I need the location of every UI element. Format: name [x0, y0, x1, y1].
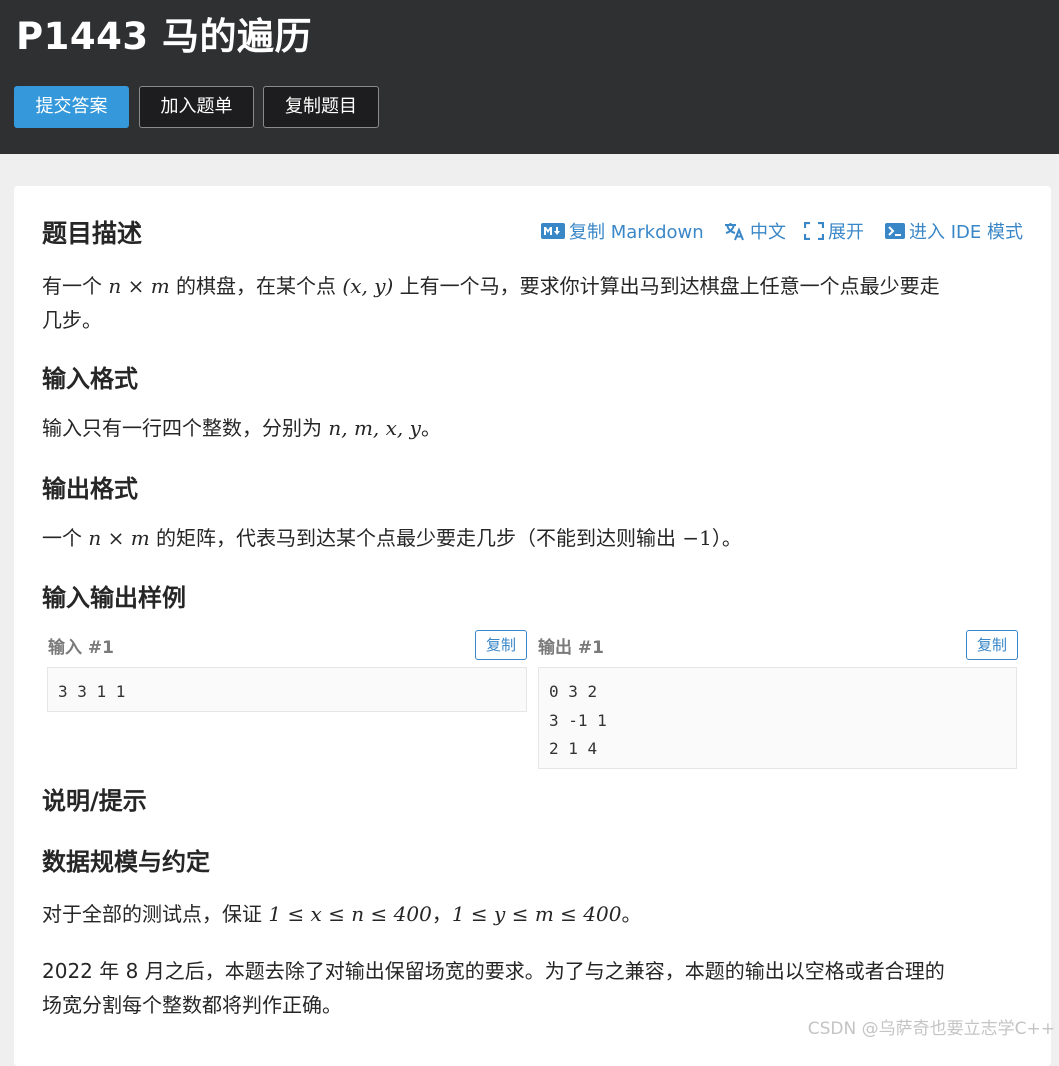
- copy-markdown-button[interactable]: 复制 Markdown: [541, 218, 704, 244]
- markdown-icon: [541, 223, 565, 239]
- ide-mode-button[interactable]: 进入 IDE 模式: [885, 218, 1023, 244]
- sample-output-data: 0 3 2 3 -1 1 2 1 4: [538, 667, 1017, 769]
- copy-markdown-label: 复制 Markdown: [569, 222, 704, 243]
- copy-problem-button[interactable]: 复制题目: [263, 86, 379, 128]
- input-format-text: 输入只有一行四个整数，分别为 n, m, x, y。: [42, 416, 441, 440]
- csdn-watermark: CSDN @乌萨奇也要立志学C++: [807, 1019, 1055, 1039]
- output-format-title: 输出格式: [42, 475, 138, 503]
- scale-text: 对于全部的测试点，保证 1 ≤ x ≤ n ≤ 400，1 ≤ y ≤ m ≤ …: [42, 902, 642, 926]
- description-title: 题目描述: [42, 219, 143, 248]
- problem-title: P1443 马的遍历: [16, 15, 312, 58]
- submit-answer-button[interactable]: 提交答案: [14, 86, 129, 128]
- copy-output-button[interactable]: 复制: [966, 630, 1018, 660]
- expand-button[interactable]: 展开: [804, 218, 864, 244]
- sample-input-data: 3 3 1 1: [47, 667, 527, 712]
- scale-title: 数据规模与约定: [42, 848, 210, 876]
- problem-header: P1443 马的遍历 提交答案 加入题单 复制题目: [0, 0, 1059, 154]
- description-text: 有一个 n × m 的棋盘，在某个点 (x, y) 上有一个马，要求你计算出马到…: [42, 274, 940, 332]
- language-button[interactable]: 中文: [724, 218, 786, 244]
- expand-icon: [804, 222, 824, 240]
- translate-icon: [725, 223, 744, 241]
- input-format-title: 输入格式: [42, 365, 138, 393]
- problem-card: 题目描述 复制 Markdown 中文 展开 进入 IDE 模式 有一个 n ×…: [14, 186, 1051, 1066]
- expand-label: 展开: [828, 222, 864, 243]
- sample-input-label: 输入 #1: [48, 638, 114, 658]
- compat-note-text: 2022 年 8 月之后，本题去除了对输出保留场宽的要求。为了与之兼容，本题的输…: [42, 959, 945, 1017]
- terminal-icon: [885, 223, 905, 239]
- copy-input-button[interactable]: 复制: [475, 630, 527, 660]
- samples-title: 输入输出样例: [42, 584, 186, 612]
- ide-mode-label: 进入 IDE 模式: [909, 222, 1023, 243]
- language-label: 中文: [750, 222, 786, 243]
- add-to-list-button[interactable]: 加入题单: [139, 86, 254, 128]
- hint-title: 说明/提示: [42, 787, 147, 815]
- output-format-text: 一个 n × m 的矩阵，代表马到达某个点最少要走几步（不能到达则输出 −1）。: [42, 526, 742, 550]
- sample-output-label: 输出 #1: [538, 638, 604, 658]
